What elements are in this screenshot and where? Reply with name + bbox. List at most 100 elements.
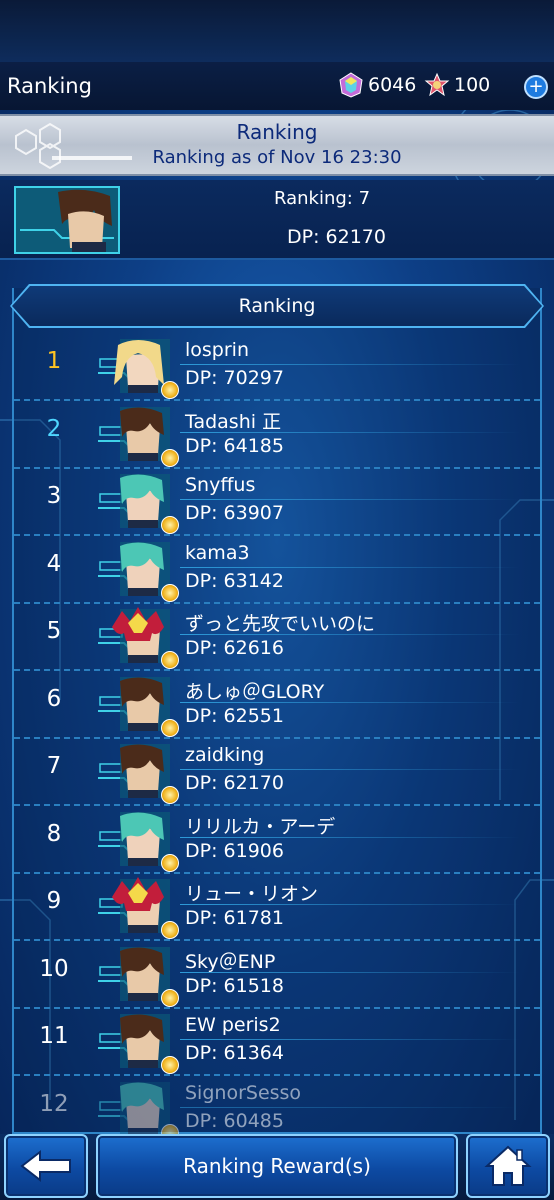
rank-number: 9 (46, 888, 62, 914)
ranking-header-title: Ranking (236, 120, 318, 144)
player-dp: DP: 61364 (185, 1042, 284, 1064)
home-icon (484, 1145, 532, 1186)
player-name: kama3 (185, 541, 250, 564)
medal-icon (161, 583, 179, 602)
medal-icon (161, 448, 179, 467)
player-avatar[interactable] (98, 540, 179, 602)
player-avatar[interactable] (98, 337, 179, 399)
player-avatar[interactable] (98, 675, 179, 737)
medal-icon (161, 381, 179, 399)
ranking-reward-label: Ranking Reward(s) (183, 1154, 371, 1178)
medal-icon (161, 516, 179, 534)
list-header: Ranking (12, 286, 542, 326)
player-name: リリルカ・アーデ (185, 815, 336, 838)
ranking-row[interactable]: 4 kama3 DP: 63142 (14, 537, 540, 604)
top-bar: Ranking 6046 100 + (0, 62, 554, 110)
ranking-row[interactable]: 3 Snyffus DP: 63907 (14, 469, 540, 536)
ranking-row[interactable]: 7 zaidking DP: 62170 (14, 739, 540, 806)
ranking-row[interactable]: 5 ずっと先攻でいいのに DP: 62616 (14, 604, 540, 671)
self-ranking-panel: Ranking: 7 DP: 62170 (0, 180, 554, 260)
player-dp: DP: 61906 (185, 839, 284, 862)
player-dp: DP: 62170 (185, 772, 284, 794)
page-title: Ranking (7, 74, 92, 98)
gems-count: 6046 (368, 74, 417, 96)
ranking-row[interactable]: 9 リュー・リオン DP: 61781 (14, 874, 540, 941)
rank-number: 10 (39, 955, 69, 982)
ranking-row[interactable]: 6 あしゅ＠GLORY DP: 62551 (14, 672, 540, 739)
row-divider-line (180, 566, 520, 568)
player-dp: DP: 61518 (185, 974, 284, 997)
player-avatar[interactable] (98, 607, 179, 669)
home-button[interactable] (466, 1134, 550, 1198)
list-header-title: Ranking (238, 295, 316, 317)
row-divider-line (180, 769, 520, 770)
row-divider-line (180, 499, 520, 500)
player-avatar[interactable] (98, 945, 179, 1007)
rank-number: 6 (46, 685, 62, 712)
arrow-left-icon (20, 1149, 71, 1183)
player-dp: DP: 61781 (185, 907, 284, 929)
player-dp: DP: 63142 (185, 569, 284, 592)
player-name: ずっと先攻でいいのに (185, 613, 376, 635)
rank-number: 1 (46, 348, 62, 374)
rank-number: 3 (46, 483, 62, 509)
gems-counter: 6046 (338, 72, 416, 98)
ranking-reward-button[interactable]: Ranking Reward(s) (96, 1134, 458, 1198)
player-avatar[interactable] (98, 1080, 179, 1142)
rank-number: 7 (46, 753, 62, 779)
medal-icon (161, 718, 179, 737)
add-gems-button[interactable]: + (524, 75, 548, 99)
row-divider-line (180, 1106, 520, 1108)
player-name: Snyffus (185, 474, 256, 496)
ranking-row[interactable]: 11 EW peris2 DP: 61364 (14, 1009, 540, 1076)
player-name: zaidking (185, 744, 265, 766)
player-name: Sky＠ENP (185, 950, 276, 973)
rank-number: 8 (46, 820, 62, 847)
medal-icon (161, 921, 179, 939)
player-name: SignorSesso (185, 1081, 302, 1104)
player-dp: DP: 62551 (185, 704, 284, 727)
top-strip (0, 0, 554, 62)
self-rank: Ranking: 7 (274, 188, 371, 209)
player-dp: DP: 70297 (185, 367, 284, 389)
player-dp: DP: 63907 (185, 502, 284, 524)
medal-icon (161, 651, 179, 669)
rank-number: 12 (39, 1090, 69, 1117)
rank-number: 4 (46, 550, 62, 577)
back-button[interactable] (4, 1134, 88, 1198)
player-avatar[interactable] (98, 810, 179, 872)
self-avatar (14, 186, 120, 254)
row-divider-line (180, 364, 520, 365)
gem-icon (339, 72, 363, 98)
player-avatar[interactable] (98, 405, 179, 467)
player-avatar[interactable] (98, 472, 179, 534)
player-avatar[interactable] (98, 877, 179, 939)
player-avatar[interactable] (98, 742, 179, 804)
medal-icon (161, 988, 179, 1007)
medal-icon (161, 1056, 179, 1074)
rank-number: 11 (39, 1023, 69, 1049)
ranking-header-subtitle: Ranking as of Nov 16 23:30 (152, 147, 402, 168)
rank-number: 5 (46, 618, 62, 644)
medal-icon (161, 786, 179, 804)
player-name: losprin (185, 339, 249, 361)
tickets-counter: 100 (424, 72, 490, 98)
ranking-row[interactable]: 10 Sky＠ENP DP: 61518 (14, 942, 540, 1009)
rank-number: 2 (46, 415, 62, 442)
ranking-row[interactable]: 8 リリルカ・アーデ DP: 61906 (14, 807, 540, 874)
medal-icon (161, 853, 179, 872)
plus-icon: + (528, 76, 544, 97)
player-name: Tadashi 正 (185, 410, 282, 433)
row-divider-line (180, 1039, 520, 1040)
player-name: あしゅ＠GLORY (185, 680, 325, 703)
tickets-count: 100 (454, 74, 491, 96)
ranking-header: Ranking Ranking as of Nov 16 23:30 (0, 114, 554, 176)
player-name: リュー・リオン (185, 883, 319, 905)
ranking-row[interactable]: 1 losprin DP: 70297 (14, 334, 540, 401)
player-avatar[interactable] (98, 1012, 179, 1074)
player-dp: DP: 60485 (185, 1109, 284, 1132)
ticket-icon (424, 72, 450, 97)
player-dp: DP: 62616 (185, 637, 284, 659)
ranking-row[interactable]: 2 Tadashi 正 DP: 64185 (14, 402, 540, 469)
player-name: EW peris2 (185, 1014, 281, 1036)
